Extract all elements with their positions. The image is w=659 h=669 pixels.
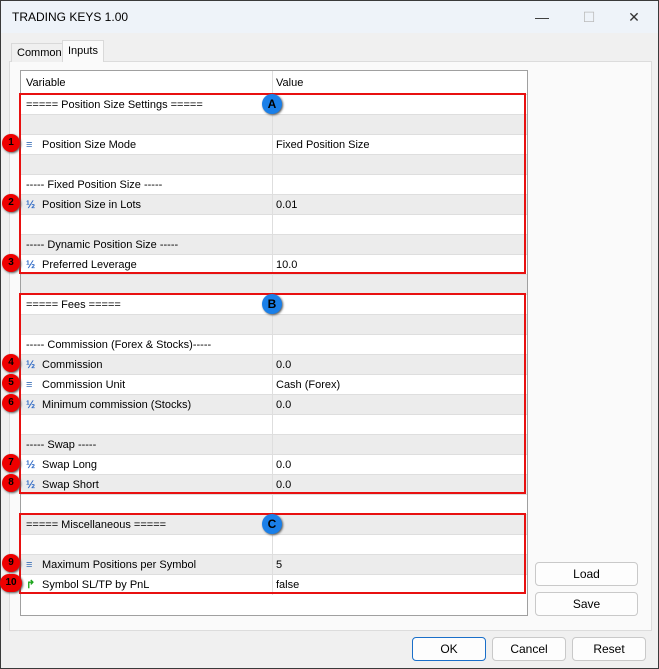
callout-badge: 1 bbox=[2, 134, 20, 152]
callout-badge: 2 bbox=[2, 194, 20, 212]
maximize-button[interactable]: ☐ bbox=[567, 5, 611, 29]
load-button[interactable]: Load bbox=[535, 562, 638, 586]
table-row[interactable] bbox=[21, 274, 527, 294]
grid-header: Variable Value bbox=[21, 71, 527, 93]
callout-badge: 6 bbox=[2, 394, 20, 412]
callout-badge: 7 bbox=[2, 454, 20, 472]
callout-badge: 3 bbox=[2, 254, 20, 272]
tab-inputs[interactable]: Inputs bbox=[62, 40, 104, 62]
section-badge-c: C bbox=[262, 514, 282, 534]
header-variable[interactable]: Variable bbox=[26, 71, 66, 95]
header-value[interactable]: Value bbox=[276, 71, 303, 95]
highlight-box-a bbox=[19, 93, 526, 274]
close-button[interactable]: ✕ bbox=[612, 5, 656, 29]
callout-badge: 4 bbox=[2, 354, 20, 372]
callout-badge: 9 bbox=[2, 554, 20, 572]
cancel-button[interactable]: Cancel bbox=[492, 637, 566, 661]
highlight-box-b bbox=[19, 293, 526, 494]
title-bar: TRADING KEYS 1.00 — ☐ ✕ bbox=[1, 1, 658, 33]
ok-button[interactable]: OK bbox=[412, 637, 486, 661]
callout-badge: 10 bbox=[0, 574, 22, 592]
section-badge-b: B bbox=[262, 294, 282, 314]
reset-button[interactable]: Reset bbox=[572, 637, 646, 661]
section-badge-a: A bbox=[262, 94, 282, 114]
save-button[interactable]: Save bbox=[535, 592, 638, 616]
minimize-button[interactable]: — bbox=[520, 5, 564, 29]
tab-common[interactable]: Common bbox=[11, 43, 68, 62]
callout-badge: 8 bbox=[2, 474, 20, 492]
window-title: TRADING KEYS 1.00 bbox=[12, 10, 129, 24]
callout-badge: 5 bbox=[2, 374, 20, 392]
table-row[interactable] bbox=[21, 494, 527, 514]
